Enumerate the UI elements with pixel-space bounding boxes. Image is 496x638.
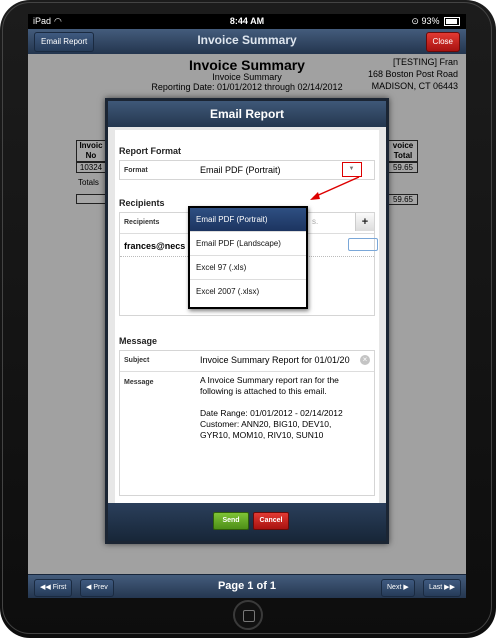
send-button[interactable]: Send — [213, 512, 249, 530]
pager-bar: ◀◀ First ◀ Prev Page 1 of 1 Next ▶ Last … — [28, 574, 466, 598]
format-label: Format — [124, 167, 148, 174]
battery-percent: 93% — [421, 16, 440, 26]
cancel-button[interactable]: Cancel — [253, 512, 289, 530]
clear-icon[interactable]: × — [360, 355, 370, 365]
message-line: following is attached to this email. — [200, 386, 327, 396]
format-row[interactable]: Format Email PDF (Portrait) ▼ — [119, 160, 375, 180]
message-textarea[interactable]: A Invoice Summary report ran for the fol… — [200, 375, 372, 441]
format-dropdown: Email PDF (Portrait) Email PDF (Landscap… — [188, 206, 308, 309]
dropdown-option-xls[interactable]: Excel 97 (.xls) — [190, 256, 306, 280]
right-arrow-icon: ▶ — [401, 584, 409, 591]
subject-input[interactable]: Invoice Summary Report for 01/01/20 — [200, 355, 358, 365]
annotation-highlight-box — [342, 162, 362, 177]
message-title: Message — [119, 336, 158, 346]
report-format-title: Report Format — [119, 146, 182, 156]
nav-title: Invoice Summary — [197, 33, 297, 47]
subject-label: Subject — [124, 357, 150, 364]
message-line: Customer: ANN20, BIG10, DEV10, — [200, 419, 332, 429]
dropdown-option-landscape[interactable]: Email PDF (Landscape) — [190, 232, 306, 256]
status-time: 8:44 AM — [229, 16, 265, 26]
ipad-device-frame: iPad ◠ 8:44 AM ⊙ 93% Email Report Invoic… — [0, 0, 496, 638]
message-line: A Invoice Summary report ran for the — [200, 375, 339, 385]
dropdown-option-xlsx[interactable]: Excel 2007 (.xlsx) — [190, 280, 306, 304]
recipient-remove-box[interactable] — [348, 238, 378, 251]
status-bar: iPad ◠ 8:44 AM ⊙ 93% — [28, 14, 466, 29]
close-button[interactable]: Close — [425, 32, 460, 52]
double-right-arrow-icon: ▶▶ — [442, 584, 455, 591]
recipient-email: frances@necs — [124, 241, 186, 251]
message-label: Message — [124, 379, 154, 386]
last-label: Last — [429, 584, 443, 591]
message-line: Date Range: 01/01/2012 - 02/14/2012 — [200, 408, 343, 418]
battery-indicator: ⊙ 93% — [411, 16, 460, 27]
next-page-button[interactable]: Next ▶ — [381, 579, 415, 597]
rotation-lock-icon: ⊙ — [411, 16, 419, 26]
format-select-value[interactable]: Email PDF (Portrait) — [200, 165, 281, 175]
home-square-icon — [243, 610, 255, 622]
recipients-label: Recipients — [124, 219, 160, 226]
home-button[interactable] — [233, 600, 263, 630]
next-label: Next — [387, 584, 402, 591]
battery-icon — [444, 17, 460, 27]
message-box: Subject Invoice Summary Report for 01/01… — [119, 350, 375, 496]
message-line: GYR10, MOM10, RIV10, SUN10 — [200, 430, 324, 440]
dialog-body: Report Format Format Email PDF (Portrait… — [115, 130, 379, 503]
top-navbar: Email Report Invoice Summary Close — [28, 29, 466, 55]
email-report-dialog: Email Report Report Format Format Email … — [105, 98, 389, 544]
recipients-input[interactable]: s. — [312, 217, 318, 226]
dropdown-option-portrait[interactable]: Email PDF (Portrait) — [190, 208, 306, 232]
dialog-title: Email Report — [108, 101, 386, 127]
recipients-title: Recipients — [119, 198, 165, 208]
last-page-button[interactable]: Last ▶▶ — [423, 579, 461, 597]
subject-row: Subject Invoice Summary Report for 01/01… — [120, 351, 374, 372]
add-recipient-button[interactable]: + — [355, 213, 374, 231]
ipad-screen: iPad ◠ 8:44 AM ⊙ 93% Email Report Invoic… — [28, 14, 466, 598]
dialog-footer: Send Cancel — [108, 503, 386, 541]
message-line — [200, 397, 372, 408]
